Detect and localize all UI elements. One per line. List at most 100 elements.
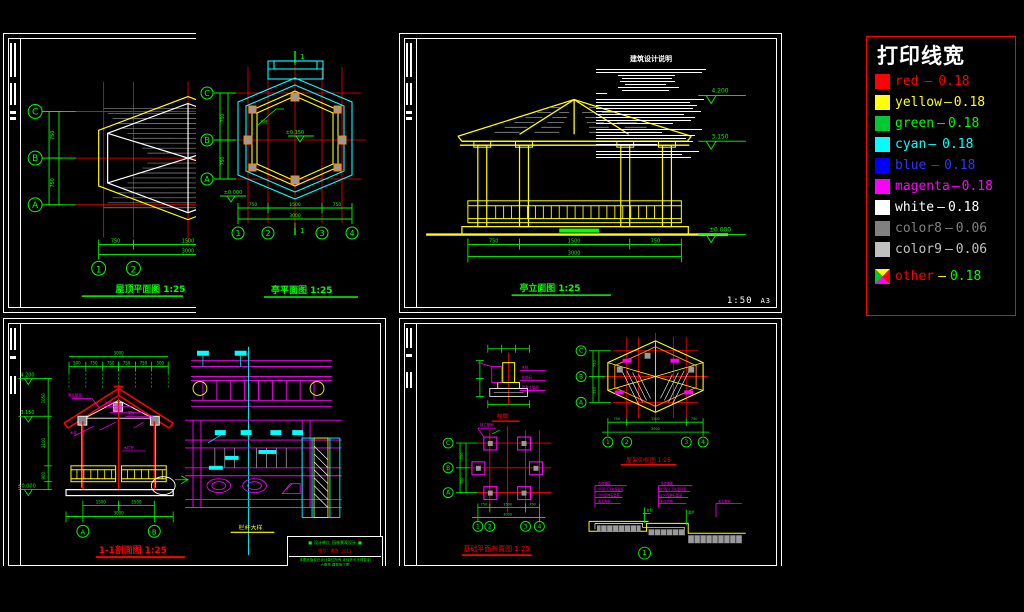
svg-text:3000: 3000: [114, 510, 125, 515]
legend-name-magenta: magenta: [895, 179, 950, 195]
panel-section: 3000 500 750 750 750 750 500 青瓦屋面 木檩条 木椽…: [3, 318, 386, 571]
legend-value-yellow: 0.18: [953, 95, 986, 111]
svg-text:750: 750: [489, 239, 498, 245]
title-block-date: 2011: [341, 548, 352, 554]
legend-dash-color9: —: [944, 242, 953, 258]
svg-text:3: 3: [684, 439, 688, 446]
svg-text:1500: 1500: [182, 239, 195, 245]
svg-text:1: 1: [476, 523, 480, 530]
svg-text:750: 750: [220, 157, 226, 166]
legend-value-white: 0.18: [947, 200, 980, 216]
print-lineweight-legend: 打印线宽 red — 0.18 yellow — 0.18 green — 0.…: [866, 36, 1016, 316]
svg-text:A: A: [32, 201, 39, 211]
legend-row-other: other — 0.18: [875, 266, 1011, 287]
legend-name-yellow: yellow: [895, 95, 942, 111]
svg-text:1: 1: [300, 227, 304, 235]
panel-foundation: 木柱 柱础石 混凝土垫层 柱脚 750 750 750 1500 750 300…: [399, 318, 782, 571]
floor-plan-drawing: 1 1 木柱 ±0.150 ±0.000 750 1500 750 3000 7…: [200, 51, 366, 298]
legend-row-red: red — 0.18: [875, 71, 1011, 92]
svg-text:1: 1: [606, 439, 610, 446]
svg-text:750: 750: [90, 361, 98, 366]
panel-elevation-title: 亭立面图 1:25: [520, 282, 581, 294]
legend-value-color9: 0.06: [955, 242, 988, 258]
svg-text:750: 750: [460, 477, 464, 484]
svg-text:青砖铺面: 青砖铺面: [660, 481, 673, 486]
svg-text:1500: 1500: [503, 503, 512, 507]
railing-detail-title: 栏杆大样: [239, 523, 263, 531]
svg-text:1: 1: [235, 229, 240, 238]
svg-text:木椽子: 木椽子: [112, 406, 123, 411]
swatch-magenta: [875, 179, 890, 195]
elevation-scale: 1:50: [726, 296, 753, 306]
svg-text:C: C: [204, 89, 210, 98]
section-drawing: 3000 500 750 750 750 750 500 青瓦屋面 木檩条 木椽…: [17, 346, 342, 559]
legend-value-green: 0.18: [947, 116, 980, 132]
swatch-blue: [875, 158, 890, 174]
svg-text:C: C: [446, 440, 450, 447]
swatch-yellow: [875, 95, 890, 111]
svg-text:±0.150: ±0.150: [286, 130, 305, 136]
svg-text:750: 750: [220, 114, 226, 123]
legend-value-red: 0.18: [938, 74, 970, 90]
svg-text:750: 750: [111, 239, 120, 245]
drawing-title-block: ■ 设计单位 园林景观设计 ■ 图号：建施 2011 本图纸版权归设计单位所有 …: [287, 536, 383, 571]
panel-floor-plan-title: 亭平面图 1:25: [271, 284, 333, 296]
svg-text:1: 1: [300, 53, 304, 61]
svg-text:4.200: 4.200: [20, 373, 34, 379]
svg-text:A: A: [579, 399, 584, 406]
title-block-drawing-no: 图号：建施: [318, 548, 339, 553]
svg-text:B: B: [204, 136, 210, 145]
legend-value-blue: 0.18: [944, 158, 976, 174]
svg-text:3000: 3000: [114, 351, 125, 356]
svg-text:100厚碎石垫层: 100厚碎石垫层: [598, 493, 620, 498]
svg-text:2: 2: [488, 523, 492, 530]
title-block-project: 园林景观设计: [332, 539, 356, 545]
svg-text:500: 500: [156, 361, 164, 366]
svg-text:750: 750: [140, 361, 148, 366]
svg-text:B: B: [32, 154, 38, 164]
swatch-white: [875, 200, 890, 216]
foundation-drawing: 木柱 柱础石 混凝土垫层 柱脚 750 750 750 1500 750 300…: [442, 332, 746, 560]
svg-text:3000: 3000: [289, 213, 301, 219]
elevation-scalebox: 1:50 A3: [727, 295, 775, 307]
panel-roof-plan-title: 屋顶平面图 1:25: [116, 284, 186, 295]
roof-frame-title: 屋架仰视图 1:25: [626, 456, 671, 464]
legend-dash-blue: —: [931, 158, 940, 174]
legend-value-magenta: 0.18: [961, 179, 993, 195]
svg-text:望板: 望板: [128, 410, 135, 415]
svg-text:500: 500: [73, 361, 81, 366]
svg-text:素土夯实: 素土夯实: [660, 499, 673, 504]
svg-text:木柱: 木柱: [522, 365, 529, 370]
legend-name-red: red: [895, 74, 919, 90]
step-detail-label: 1: [642, 549, 646, 557]
svg-text:750: 750: [481, 503, 488, 507]
legend-dash-red: —: [924, 74, 933, 90]
legend-name-cyan: cyan: [895, 137, 927, 153]
legend-row-cyan: cyan — 0.18: [875, 134, 1011, 155]
swatch-cyan: [875, 137, 890, 153]
legend-row-blue: blue — 0.18: [875, 155, 1011, 176]
svg-text:30厚 1:3水泥砂浆: 30厚 1:3水泥砂浆: [660, 487, 687, 492]
svg-text:木柱: 木柱: [260, 118, 268, 124]
svg-text:750: 750: [333, 202, 342, 208]
svg-text:750: 750: [593, 360, 597, 367]
svg-text:2: 2: [625, 439, 629, 446]
svg-text:A: A: [204, 175, 210, 184]
svg-text:C: C: [579, 348, 583, 355]
legend-row-green: green — 0.18: [875, 113, 1011, 134]
foundation-plan-title: 基础平面布置图 1:25: [464, 544, 530, 553]
svg-text:750: 750: [107, 361, 115, 366]
title-block-owner: 设计单位: [314, 539, 330, 545]
legend-row-white: white — 0.18: [875, 197, 1011, 218]
panel-elevation: 4.200 3.150 ±0.000 750 1500 750 3000 亭立面…: [399, 33, 782, 313]
svg-text:A: A: [81, 528, 86, 536]
panel-floor-plan: 1 1 木柱 ±0.150 ±0.000 750 1500 750 3000 7…: [196, 33, 386, 313]
svg-text:1: 1: [96, 265, 102, 275]
footer-bar: 昵享网 www.nipic.cn 1:25 A2 ID:2823451 NO:2…: [0, 566, 1024, 612]
legend-row-color9: color9 — 0.06: [875, 239, 1011, 260]
svg-text:750: 750: [460, 453, 464, 460]
svg-text:4.200: 4.200: [712, 88, 729, 95]
legend-name-other: other: [895, 269, 935, 285]
svg-text:C: C: [32, 107, 38, 117]
legend-name-color9: color9: [895, 242, 942, 258]
